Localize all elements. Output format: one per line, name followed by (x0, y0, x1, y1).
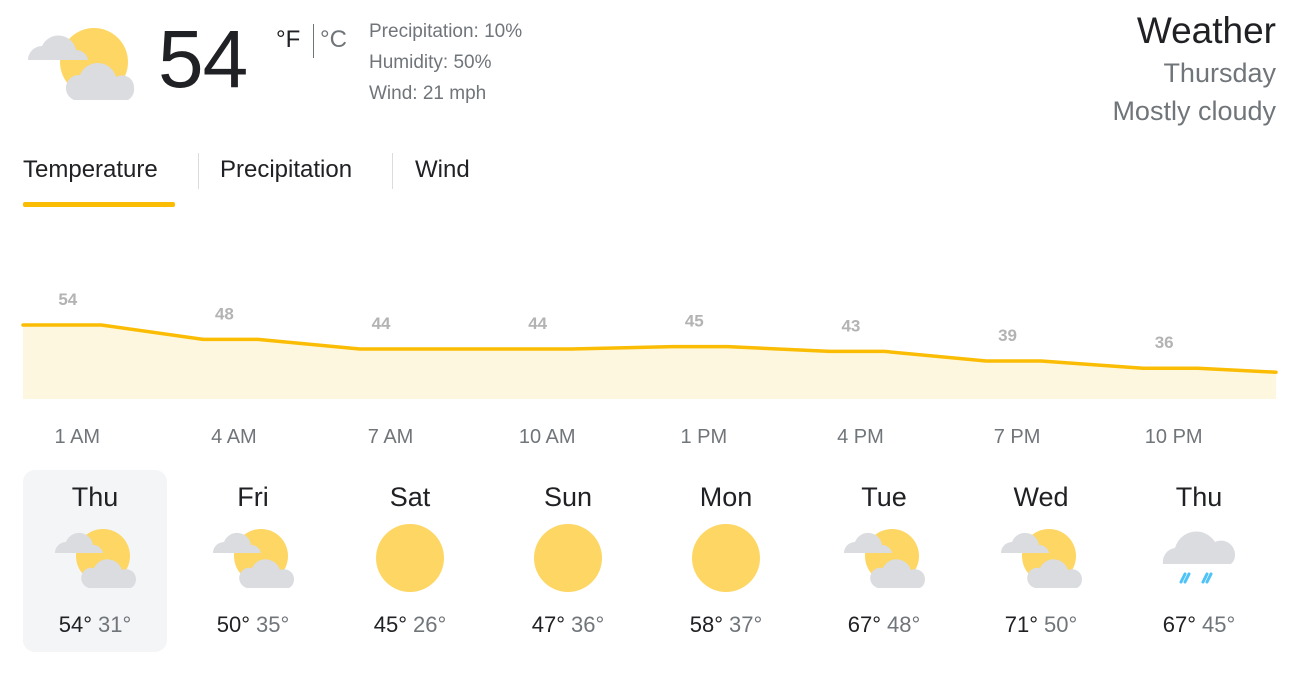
day-card[interactable]: Thu 67° 45° (1127, 470, 1271, 652)
tab-temperature[interactable]: Temperature (23, 156, 158, 184)
high-temp: 67° (1162, 612, 1196, 637)
unit-celsius-toggle[interactable]: °C (320, 26, 347, 54)
current-condition: Mostly cloudy (1112, 96, 1276, 126)
day-temperatures: 45° 26° (338, 612, 482, 638)
hour-tick-label: 10 PM (1145, 426, 1203, 448)
weather-title: Weather (1136, 10, 1276, 51)
low-temp: 37° (729, 612, 763, 637)
unit-fahrenheit-toggle[interactable]: °F (276, 26, 300, 54)
high-temp: 47° (531, 612, 565, 637)
precipitation-detail: Precipitation: 10% (369, 21, 523, 42)
high-temp: 50° (216, 612, 250, 637)
hour-tick-label: 7 PM (994, 426, 1041, 448)
day-temperatures: 71° 50° (969, 612, 1113, 638)
day-card[interactable]: Sun 47° 36° (496, 470, 640, 652)
low-temp: 48° (887, 612, 921, 637)
day-card[interactable]: Sat 45° 26° (338, 470, 482, 652)
day-temperatures: 67° 45° (1127, 612, 1271, 638)
temperature-value-label: 36 (1155, 333, 1174, 352)
temperature-chart: 54 48 44 44 45 43 39 36 1 AM 4 AM 7 AM 10 AM 1 PM 4 … (21, 290, 1278, 448)
hour-tick-label: 1 AM (55, 426, 101, 448)
day-name: Fri (237, 482, 269, 512)
sunny-icon (524, 522, 612, 594)
day-card[interactable]: Wed 71° 50° (969, 470, 1113, 652)
day-name: Thu (71, 482, 119, 512)
temperature-value-label: 54 (58, 290, 77, 309)
day-card[interactable]: Mon 58° 37° (654, 470, 798, 652)
hour-tick-label: 1 PM (680, 426, 727, 448)
partly-cloudy-icon (51, 522, 139, 594)
partly-cloudy-icon (209, 522, 297, 594)
tab-divider (392, 153, 393, 189)
showers-icon (1155, 522, 1243, 594)
tab-wind[interactable]: Wind (415, 156, 470, 184)
current-temperature: 54 (158, 14, 248, 105)
day-temperatures: 54° 31° (23, 612, 167, 638)
temperature-value-label: 39 (998, 326, 1017, 345)
hour-tick-label: 7 AM (368, 426, 414, 448)
day-name: Tue (861, 482, 907, 512)
current-day: Thursday (1163, 58, 1276, 88)
high-temp: 45° (373, 612, 407, 637)
temperature-value-label: 48 (215, 304, 234, 323)
day-temperatures: 58° 37° (654, 612, 798, 638)
low-temp: 50° (1044, 612, 1078, 637)
sunny-icon (682, 522, 770, 594)
selected-tab-indicator (23, 202, 175, 207)
sunny-icon (366, 522, 454, 594)
day-card[interactable]: Tue 67° 48° (812, 470, 956, 652)
day-name: Sat (389, 482, 431, 512)
temperature-area (23, 325, 1276, 399)
day-name: Mon (699, 482, 753, 512)
partly-cloudy-icon (22, 22, 140, 106)
low-temp: 35° (256, 612, 290, 637)
day-temperatures: 67° 48° (812, 612, 956, 638)
hour-tick-label: 4 PM (837, 426, 884, 448)
tab-divider (198, 153, 199, 189)
day-temperatures: 47° 36° (496, 612, 640, 638)
temperature-value-label: 44 (528, 314, 547, 333)
low-temp: 31° (98, 612, 132, 637)
day-temperatures: 50° 35° (181, 612, 325, 638)
temperature-value-label: 45 (685, 312, 704, 331)
high-temp: 71° (1004, 612, 1038, 637)
day-name: Sun (543, 482, 593, 512)
day-card[interactable]: Thu 54° 31° (23, 470, 167, 652)
hour-tick-label: 4 AM (211, 426, 257, 448)
temperature-value-label: 44 (372, 314, 391, 333)
high-temp: 54° (58, 612, 92, 637)
low-temp: 36° (571, 612, 605, 637)
hour-tick-label: 10 AM (519, 426, 576, 448)
partly-cloudy-icon (997, 522, 1085, 594)
high-temp: 58° (689, 612, 723, 637)
low-temp: 45° (1202, 612, 1236, 637)
partly-cloudy-icon (840, 522, 928, 594)
tab-precipitation[interactable]: Precipitation (220, 156, 352, 184)
day-card[interactable]: Fri 50° 35° (181, 470, 325, 652)
temperature-value-label: 43 (841, 316, 860, 335)
high-temp: 67° (847, 612, 881, 637)
day-name: Thu (1175, 482, 1223, 512)
day-name: Wed (1013, 482, 1069, 512)
unit-divider (313, 24, 314, 58)
humidity-detail: Humidity: 50% (369, 52, 492, 73)
wind-detail: Wind: 21 mph (369, 83, 487, 104)
low-temp: 26° (413, 612, 447, 637)
